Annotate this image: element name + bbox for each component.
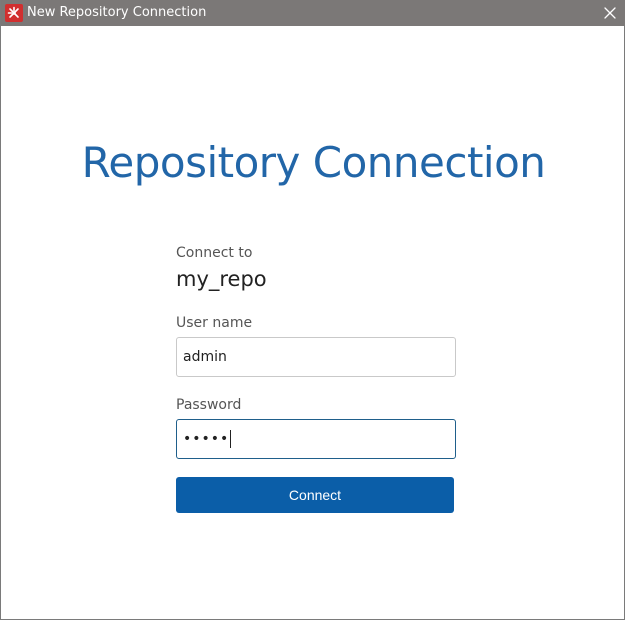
app-logo-icon — [5, 4, 23, 22]
text-caret — [230, 430, 232, 448]
password-label: Password — [176, 397, 242, 413]
username-input[interactable] — [176, 337, 456, 377]
close-icon — [604, 7, 616, 19]
window-title: New Repository Connection — [27, 5, 207, 20]
repository-name: my_repo — [176, 267, 267, 291]
close-button[interactable] — [594, 0, 625, 26]
connection-dialog-window: New Repository Connection Repository Con… — [0, 0, 625, 620]
username-label: User name — [176, 315, 253, 331]
title-bar[interactable]: New Repository Connection — [1, 0, 625, 26]
page-title: Repository Connection — [81, 138, 546, 187]
connect-to-label: Connect to — [176, 245, 253, 261]
password-masked-value: ••••• — [183, 431, 230, 447]
connect-button[interactable]: Connect — [176, 477, 454, 513]
password-input[interactable]: ••••• — [176, 419, 456, 459]
